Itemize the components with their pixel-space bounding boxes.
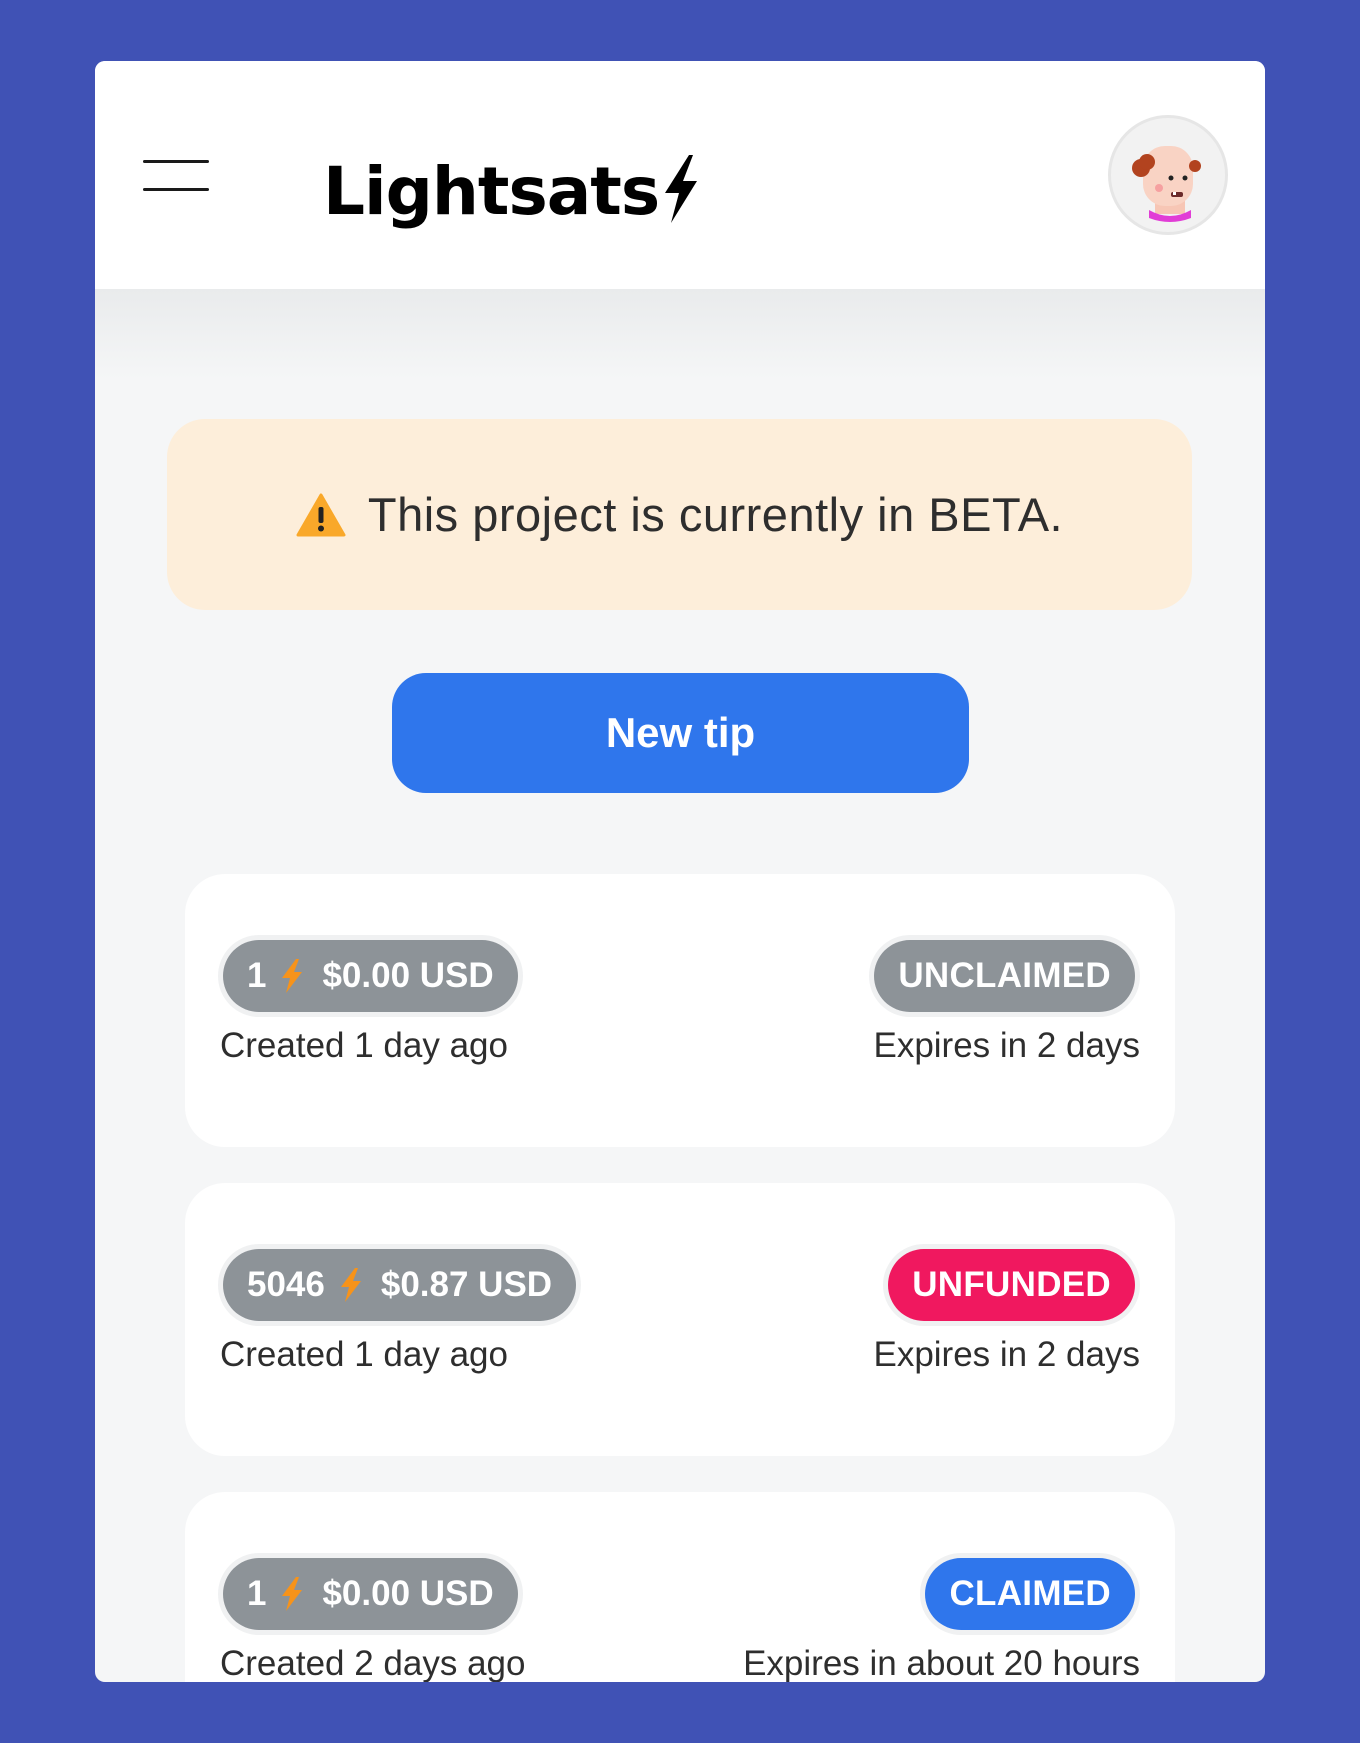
app-window: Lightsats This project is currently in B… — [95, 61, 1265, 1682]
tip-card[interactable]: 1 $0.00 USD UNCLAIMED Created 1 day ago … — [185, 874, 1175, 1147]
tip-amount-badge: 5046 $0.87 USD — [223, 1249, 577, 1321]
tip-created-date: Created 2 days ago — [220, 1644, 526, 1682]
tip-expiry: Expires in 2 days — [873, 1026, 1140, 1065]
beta-banner-text: This project is currently in BETA. — [367, 488, 1064, 541]
tip-usd-amount: $0.87 USD — [380, 1265, 553, 1304]
tip-created-date: Created 1 day ago — [220, 1026, 508, 1065]
app-logo[interactable]: Lightsats — [323, 141, 701, 241]
tip-card[interactable]: 1 $0.00 USD CLAIMED Created 2 days ago E… — [185, 1492, 1175, 1682]
hamburger-menu-icon[interactable] — [143, 157, 209, 197]
lightning-bolt-icon — [665, 155, 698, 223]
new-tip-button[interactable]: New tip — [392, 673, 969, 793]
tip-sats-amount: 1 — [247, 1574, 267, 1613]
top-navbar: Lightsats — [95, 61, 1265, 289]
tip-expiry: Expires in 2 days — [873, 1335, 1140, 1374]
tip-card[interactable]: 5046 $0.87 USD UNFUNDED Created 1 day ag… — [185, 1183, 1175, 1456]
lightning-bolt-icon — [340, 1268, 361, 1302]
status-badge: UNFUNDED — [888, 1249, 1135, 1321]
status-badge: CLAIMED — [925, 1558, 1135, 1630]
tip-created-date: Created 1 day ago — [220, 1335, 508, 1374]
lightning-bolt-icon — [282, 1577, 303, 1611]
avatar-illustration — [1132, 146, 1201, 222]
warning-icon — [296, 493, 346, 536]
beta-banner: This project is currently in BETA. — [167, 419, 1192, 610]
tip-amount-badge: 1 $0.00 USD — [223, 1558, 518, 1630]
lightning-bolt-icon — [282, 959, 303, 993]
user-avatar-icon[interactable] — [1108, 115, 1228, 235]
header-shadow — [95, 289, 1265, 379]
tip-expiry: Expires in about 20 hours — [743, 1644, 1140, 1682]
tip-sats-amount: 5046 — [247, 1265, 325, 1304]
tip-usd-amount: $0.00 USD — [322, 1574, 494, 1613]
tip-sats-amount: 1 — [247, 956, 267, 995]
tip-usd-amount: $0.00 USD — [322, 956, 494, 995]
tip-amount-badge: 1 $0.00 USD — [223, 940, 518, 1012]
status-badge: UNCLAIMED — [874, 940, 1135, 1012]
app-title: Lightsats — [323, 152, 660, 230]
